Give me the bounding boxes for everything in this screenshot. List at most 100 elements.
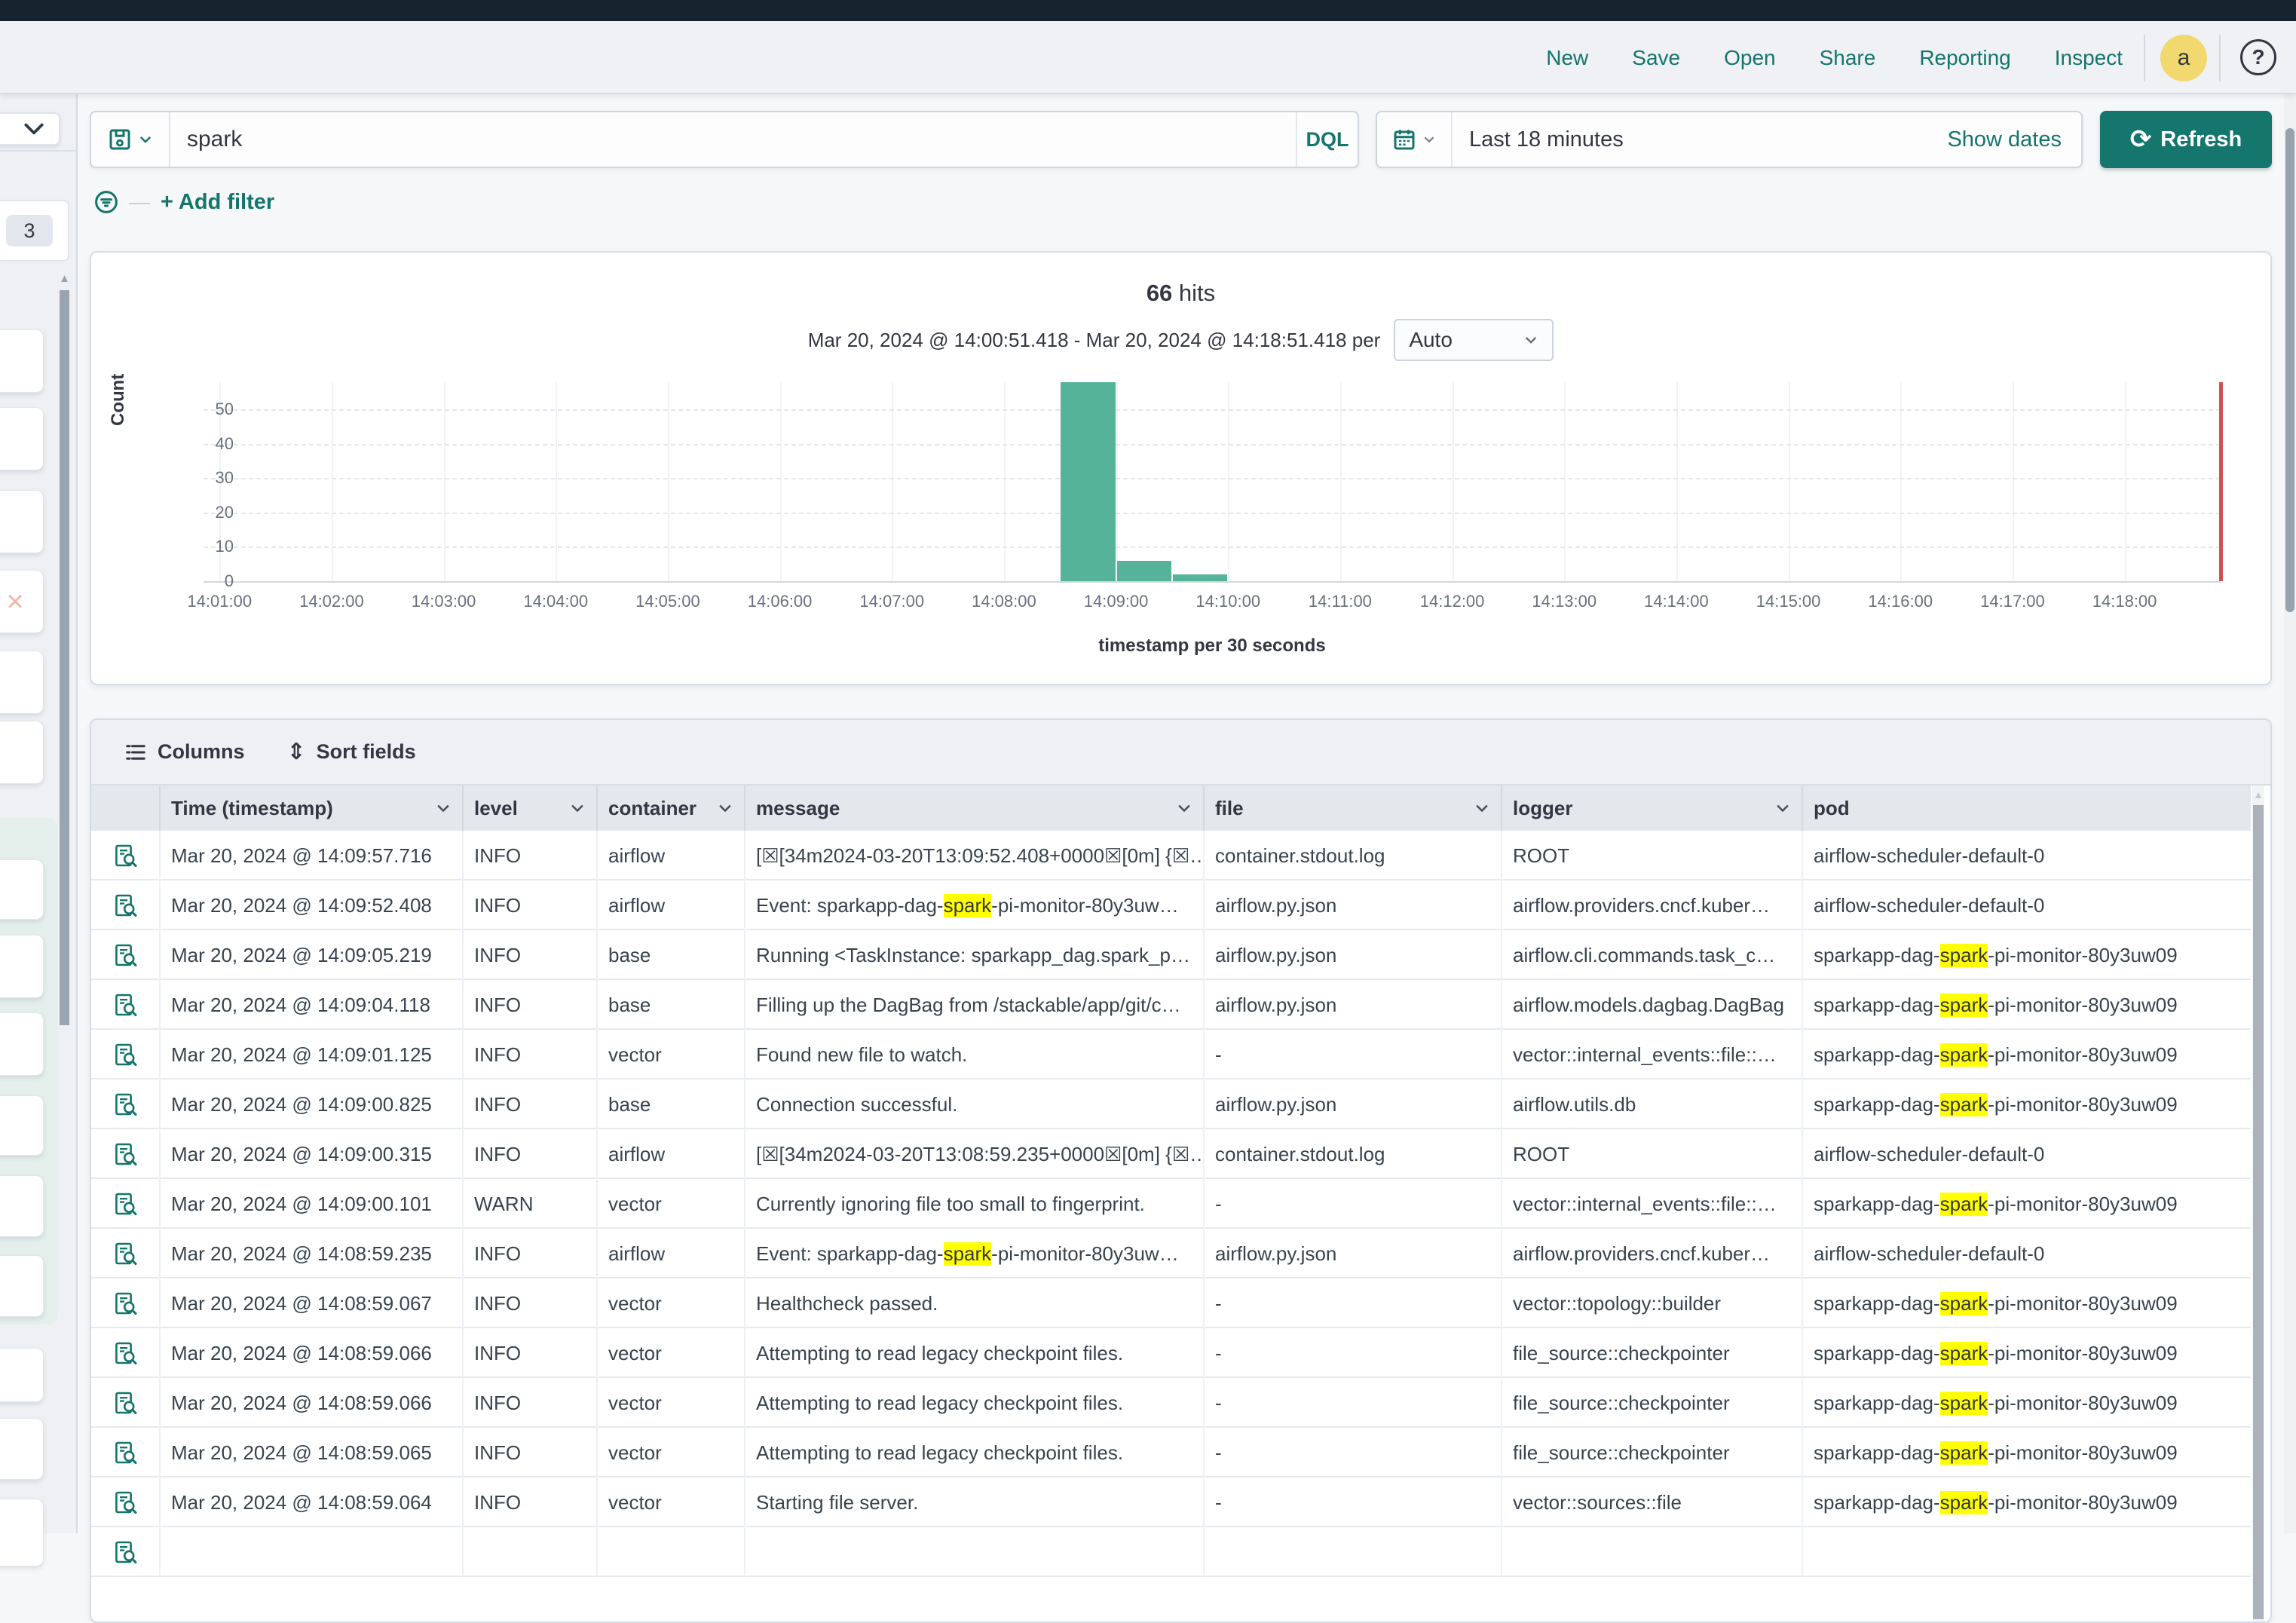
- topnav-item-inspect[interactable]: Inspect: [2055, 46, 2123, 70]
- cell-file: airflow.py.json: [1205, 1079, 1502, 1129]
- table-row[interactable]: Mar 20, 2024 @ 14:09:57.716 INFO airflow…: [91, 831, 2251, 880]
- cell-container: vector: [598, 1179, 745, 1229]
- page-scrollbar-thumb[interactable]: [2285, 128, 2294, 612]
- scroll-up-icon[interactable]: ▲: [2252, 789, 2264, 801]
- table-row[interactable]: Mar 20, 2024 @ 14:08:59.067 INFO vector …: [91, 1278, 2251, 1328]
- table-row[interactable]: [91, 1527, 2251, 1577]
- refresh-button[interactable]: ⟳ Refresh: [2100, 111, 2272, 168]
- sidebar-field-item[interactable]: [0, 1175, 44, 1237]
- column-header-level[interactable]: level: [464, 785, 598, 831]
- table-row[interactable]: Mar 20, 2024 @ 14:08:59.235 INFO airflow…: [91, 1229, 2251, 1278]
- column-header-logger[interactable]: logger: [1502, 785, 1803, 831]
- highlight: spark: [944, 1242, 992, 1266]
- histogram-bar[interactable]: [1117, 561, 1171, 581]
- sidebar-field-item[interactable]: [0, 1255, 44, 1317]
- table-row[interactable]: Mar 20, 2024 @ 14:09:52.408 INFO airflow…: [91, 880, 2251, 930]
- help-icon[interactable]: ?: [2240, 39, 2276, 75]
- sidebar-field-item[interactable]: [0, 407, 44, 470]
- expand-document-button[interactable]: [91, 1179, 161, 1229]
- sidebar-field-item[interactable]: [0, 859, 44, 920]
- date-quick-select-button[interactable]: [1377, 112, 1453, 167]
- sidebar-field-item[interactable]: [0, 1499, 44, 1566]
- expand-document-button[interactable]: [91, 1428, 161, 1478]
- histogram-bar[interactable]: [1061, 382, 1115, 581]
- sidebar-field-item[interactable]: [0, 1418, 44, 1480]
- expand-document-button[interactable]: [91, 1030, 161, 1079]
- add-filter-button[interactable]: + Add filter: [161, 190, 274, 215]
- expand-document-button[interactable]: [91, 1278, 161, 1328]
- saved-queries-button[interactable]: [91, 112, 170, 167]
- sidebar-count-box[interactable]: 3: [0, 200, 69, 262]
- search-input[interactable]: [170, 127, 1296, 152]
- sidebar-field-item[interactable]: [0, 935, 44, 998]
- column-header-container[interactable]: container: [598, 785, 745, 831]
- table-scrollbar[interactable]: ▲: [2252, 785, 2264, 1623]
- sidebar-field-item[interactable]: [0, 329, 44, 393]
- topnav-item-new[interactable]: New: [1546, 46, 1588, 70]
- topnav-item-reporting[interactable]: Reporting: [1919, 46, 2010, 70]
- table-row[interactable]: Mar 20, 2024 @ 14:08:59.064 INFO vector …: [91, 1478, 2251, 1527]
- expand-document-button[interactable]: [91, 831, 161, 880]
- x-tick-label: 14:01:00: [167, 592, 272, 611]
- columns-button[interactable]: Columns: [124, 740, 245, 764]
- expand-document-button[interactable]: [91, 980, 161, 1030]
- x-tick-label: 14:16:00: [1848, 592, 1953, 611]
- table-row[interactable]: Mar 20, 2024 @ 14:09:00.825 INFO base Co…: [91, 1079, 2251, 1129]
- column-header-file[interactable]: file: [1205, 785, 1502, 831]
- sidebar-field-item[interactable]: [0, 721, 44, 784]
- query-language-button[interactable]: DQL: [1296, 112, 1358, 167]
- table-row[interactable]: Mar 20, 2024 @ 14:09:01.125 INFO vector …: [91, 1030, 2251, 1079]
- filter-bar: — + Add filter: [94, 185, 274, 219]
- table-scrollbar-thumb[interactable]: [2253, 805, 2264, 1619]
- table-row[interactable]: Mar 20, 2024 @ 14:09:05.219 INFO base Ru…: [91, 930, 2251, 980]
- topnav-item-open[interactable]: Open: [1724, 46, 1776, 70]
- time-range-value[interactable]: Last 18 minutes: [1453, 127, 1947, 152]
- topnav-item-share[interactable]: Share: [1820, 46, 1876, 70]
- topnav-item-save[interactable]: Save: [1632, 46, 1680, 70]
- sidebar-field-item[interactable]: [0, 1012, 44, 1076]
- histogram-plot[interactable]: [204, 382, 2221, 581]
- cell-level: INFO: [464, 1278, 598, 1328]
- expand-document-button[interactable]: [91, 1478, 161, 1527]
- inspect-document-icon: [113, 943, 137, 967]
- histogram-bar[interactable]: [1173, 574, 1227, 581]
- column-header-time[interactable]: Time (timestamp): [161, 785, 464, 831]
- column-header-message[interactable]: message: [745, 785, 1205, 831]
- expand-document-button[interactable]: [91, 1328, 161, 1378]
- sidebar-field-item[interactable]: [0, 490, 44, 553]
- show-dates-button[interactable]: Show dates: [1947, 127, 2081, 152]
- table-row[interactable]: Mar 20, 2024 @ 14:08:59.066 INFO vector …: [91, 1328, 2251, 1378]
- expand-document-button[interactable]: [91, 1079, 161, 1129]
- sidebar-collapse-button[interactable]: [0, 112, 60, 145]
- avatar[interactable]: a: [2160, 35, 2207, 81]
- save-icon: [108, 127, 132, 152]
- sidebar-field-item[interactable]: [0, 1095, 44, 1156]
- sidebar-field-item[interactable]: ×: [0, 570, 44, 633]
- sort-fields-button[interactable]: ⇕ Sort fields: [287, 739, 416, 765]
- x-tick-label: 14:15:00: [1736, 592, 1841, 611]
- scroll-up-icon[interactable]: ▲: [59, 272, 70, 285]
- cell-file: -: [1205, 1378, 1502, 1428]
- table-row[interactable]: Mar 20, 2024 @ 14:09:00.101 WARN vector …: [91, 1179, 2251, 1229]
- expand-document-button[interactable]: [91, 930, 161, 980]
- sidebar-scrollbar[interactable]: ▲: [59, 272, 70, 1493]
- expand-document-button[interactable]: [91, 1229, 161, 1278]
- expand-document-button[interactable]: [91, 1527, 161, 1577]
- expand-document-button[interactable]: [91, 880, 161, 930]
- close-icon[interactable]: ×: [6, 585, 23, 619]
- expand-document-button[interactable]: [91, 1129, 161, 1179]
- table-row[interactable]: Mar 20, 2024 @ 14:09:04.118 INFO base Fi…: [91, 980, 2251, 1030]
- cell-file: -: [1205, 1278, 1502, 1328]
- sidebar-field-item[interactable]: [0, 651, 44, 714]
- highlight: spark: [1940, 1093, 1988, 1116]
- sidebar-scrollbar-thumb[interactable]: [60, 290, 69, 1025]
- page-scrollbar[interactable]: [2284, 94, 2296, 1533]
- sidebar-field-item[interactable]: [0, 1348, 44, 1402]
- histogram-subtitle-row: Mar 20, 2024 @ 14:00:51.418 - Mar 20, 20…: [91, 319, 2270, 361]
- table-row[interactable]: Mar 20, 2024 @ 14:08:59.066 INFO vector …: [91, 1378, 2251, 1428]
- table-row[interactable]: Mar 20, 2024 @ 14:09:00.315 INFO airflow…: [91, 1129, 2251, 1179]
- expand-document-button[interactable]: [91, 1378, 161, 1428]
- filter-icon[interactable]: [94, 190, 118, 214]
- interval-select[interactable]: Auto: [1394, 319, 1554, 361]
- table-row[interactable]: Mar 20, 2024 @ 14:08:59.065 INFO vector …: [91, 1428, 2251, 1478]
